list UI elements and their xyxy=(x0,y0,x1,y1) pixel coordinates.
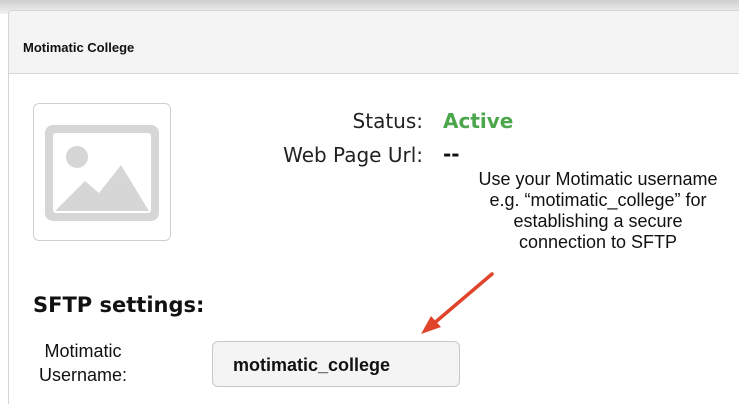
annotation-arrow-icon xyxy=(421,272,494,334)
page: Motimatic College Status: Active Web Pag… xyxy=(0,0,739,404)
